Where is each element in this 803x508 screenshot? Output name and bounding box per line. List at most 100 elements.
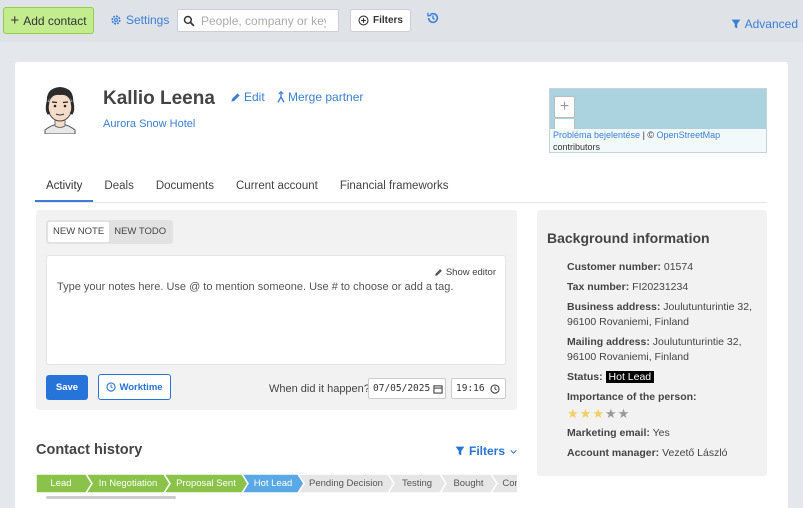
tab-new-todo[interactable]: NEW TODO [109, 222, 171, 242]
marketing-email-row: Marketing email: Yes [567, 426, 757, 441]
time-input[interactable]: 19:16 [451, 378, 506, 399]
business-address-label: Business address: [567, 301, 661, 313]
time-value: 19:16 [456, 383, 485, 394]
advanced-label: Advanced [744, 17, 798, 31]
map-attribution: Probléma bejelentése | © OpenStreetMap c… [550, 129, 766, 152]
plus-icon: + [10, 12, 20, 29]
avatar [44, 87, 76, 134]
status-row: Status: Hot Lead [567, 370, 757, 385]
note-panel: NEW NOTE NEW TODO Show editor Type your … [36, 210, 517, 410]
stage-contr[interactable]: Contr [497, 474, 517, 493]
tab-activity[interactable]: Activity [35, 174, 94, 202]
tab-new-note[interactable]: NEW NOTE [48, 222, 110, 242]
tab-current-account[interactable]: Current account [225, 174, 329, 202]
add-contact-button[interactable]: + Add contact [3, 7, 94, 34]
importance-stars[interactable]: ★ ★ ★ ★ ★ [567, 406, 757, 421]
contact-history-title: Contact history [36, 442, 143, 458]
filters-button[interactable]: Filters [350, 9, 411, 32]
importance-row: Importance of the person: ★ ★ ★ ★ ★ [567, 390, 757, 421]
status-badge: Hot Lead [605, 371, 655, 383]
clock-icon [490, 383, 500, 394]
edit-link[interactable]: Edit [230, 90, 265, 104]
filters-label: Filters [372, 15, 403, 26]
when-label: When did it happen? [269, 383, 370, 395]
stage-in-negotiation[interactable]: In Negotiation [92, 474, 164, 493]
funnel-icon [731, 19, 740, 29]
background-info-list: Customer number: 01574 Tax number: FI202… [567, 260, 757, 466]
edit-label: Edit [244, 90, 265, 104]
settings-link[interactable]: Settings [110, 13, 169, 27]
pencil-icon [434, 269, 442, 276]
mailing-address-label: Mailing address: [567, 336, 650, 348]
company-link[interactable]: Aurora Snow Hotel [103, 118, 195, 130]
worktime-label: Worktime [119, 381, 163, 393]
show-editor-button[interactable]: Show editor [434, 267, 496, 278]
star-filled-icon[interactable]: ★ [567, 406, 579, 421]
contact-card: Kallio Leena Edit Merge partner Aurora S… [15, 62, 788, 508]
search-box [177, 9, 339, 32]
tab-financial-frameworks[interactable]: Financial frameworks [329, 174, 460, 202]
show-editor-label: Show editor [445, 267, 496, 278]
clock-icon [106, 382, 117, 392]
map-zoom-in-button[interactable]: + [554, 96, 575, 118]
marketing-email-value: Yes [652, 427, 670, 439]
tab-deals[interactable]: Deals [93, 174, 144, 202]
pencil-icon [231, 92, 240, 102]
map-contributors: contributors [553, 142, 601, 152]
account-manager-label: Account manager: [567, 447, 660, 459]
merge-label: Merge partner [288, 90, 364, 104]
star-empty-icon[interactable]: ★ [605, 406, 617, 421]
history-filters-button[interactable]: Filters [455, 444, 518, 458]
account-manager-row: Account manager: Vezető László [567, 446, 757, 461]
note-placeholder: Type your notes here. Use @ to mention s… [57, 281, 454, 293]
stage-lead[interactable]: Lead [36, 474, 86, 493]
report-problem-link[interactable]: Probléma bejelentése [553, 130, 640, 140]
star-filled-icon[interactable]: ★ [580, 406, 592, 421]
osm-link[interactable]: OpenStreetMap [657, 130, 721, 140]
customer-number-value: 01574 [663, 261, 694, 273]
tax-number-value: FI20231234 [632, 281, 689, 293]
tab-documents[interactable]: Documents [145, 174, 225, 202]
merge-partner-link[interactable]: Merge partner [276, 90, 363, 104]
status-label: Status: [567, 371, 603, 383]
stage-hot-lead[interactable]: Hot Lead [248, 474, 298, 493]
history-button[interactable] [426, 11, 440, 28]
top-toolbar: + Add contact Settings Filters Advanced [0, 0, 803, 42]
star-filled-icon[interactable]: ★ [592, 406, 604, 421]
date-input[interactable]: 07/05/2025 [368, 378, 446, 399]
tax-number-label: Tax number: [567, 281, 630, 293]
map-widget[interactable]: + Probléma bejelentése | © OpenStreetMap… [549, 88, 767, 153]
worktime-button[interactable]: Worktime [98, 374, 171, 400]
tab-bar: Activity Deals Documents Current account… [35, 174, 459, 202]
stage-testing[interactable]: Testing [394, 474, 440, 493]
star-empty-icon[interactable]: ★ [618, 406, 630, 421]
background-info-panel: Background information Customer number: … [537, 210, 767, 476]
note-type-switch: NEW NOTE NEW TODO [46, 220, 174, 244]
pipeline-scrollbar[interactable] [36, 496, 517, 500]
customer-number-row: Customer number: 01574 [567, 260, 757, 275]
calendar-icon [433, 384, 443, 394]
settings-label: Settings [126, 13, 170, 27]
map-separator: | © [640, 130, 657, 140]
search-input[interactable] [201, 13, 326, 28]
business-address-row: Business address: Joulutunturintie 32, 9… [567, 300, 757, 330]
date-value: 07/05/2025 [373, 383, 431, 394]
gear-icon [111, 15, 121, 25]
plus-circle-icon [358, 15, 369, 26]
stage-bought[interactable]: Bought [446, 474, 491, 493]
stage-proposal-sent[interactable]: Proposal Sent [170, 474, 242, 493]
scroll-thumb[interactable] [46, 496, 176, 499]
customer-number-label: Customer number: [567, 261, 661, 273]
stage-pending-decision[interactable]: Pending Decision [304, 474, 388, 493]
tax-number-row: Tax number: FI20231234 [567, 280, 757, 295]
add-contact-label: Add contact [23, 13, 87, 28]
tab-divider [35, 202, 767, 203]
search-icon [183, 15, 195, 26]
chevron-down-icon [510, 449, 517, 454]
save-button[interactable]: Save [46, 375, 88, 400]
advanced-filter-link[interactable]: Advanced [731, 17, 798, 31]
importance-label: Importance of the person: [567, 391, 697, 403]
note-textarea[interactable]: Show editor Type your notes here. Use @ … [46, 255, 506, 365]
deal-stage-pipeline: Lead In Negotiation Proposal Sent Hot Le… [36, 474, 517, 493]
marketing-email-label: Marketing email: [567, 427, 650, 439]
